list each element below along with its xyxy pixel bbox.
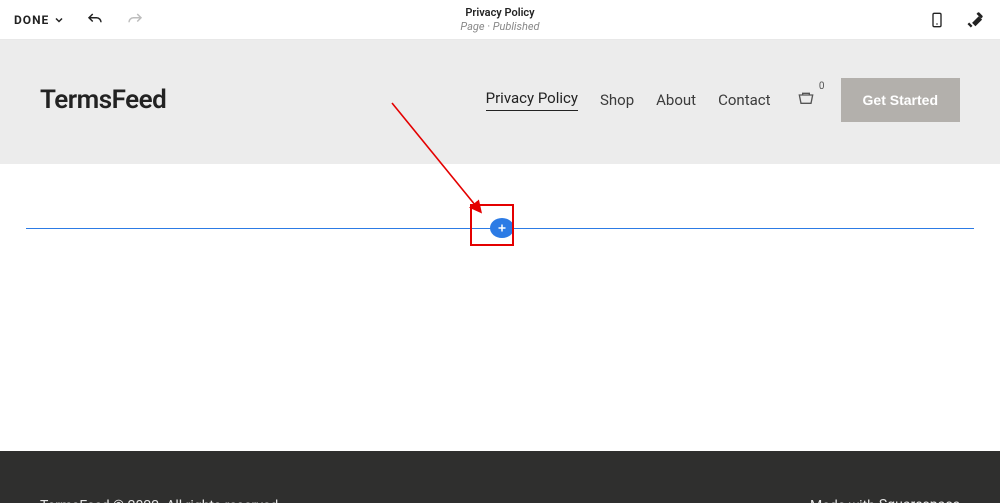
footer-made-with: Made with (810, 498, 875, 503)
cart-icon (794, 90, 818, 110)
chevron-down-icon (53, 14, 65, 26)
page-canvas-inner: TermsFeed Privacy Policy Shop About Cont… (0, 40, 1000, 503)
nav-link-privacy[interactable]: Privacy Policy (486, 89, 578, 111)
device-preview-button[interactable] (926, 9, 948, 31)
get-started-button[interactable]: Get Started (841, 78, 960, 122)
undo-icon (86, 11, 104, 29)
add-section-button[interactable] (490, 218, 514, 238)
redo-icon (126, 11, 144, 29)
editor-top-bar: DONE Privacy Policy Page · Published (0, 0, 1000, 40)
site-nav: Privacy Policy Shop About Contact 0 Get … (486, 78, 960, 122)
plus-icon (496, 222, 508, 234)
footer-credit: Made with Squarespace (810, 497, 960, 503)
site-header: TermsFeed Privacy Policy Shop About Cont… (0, 40, 1000, 164)
styles-button[interactable] (964, 9, 986, 31)
nav-link-contact[interactable]: Contact (718, 91, 770, 109)
cart-count: 0 (819, 81, 825, 92)
page-canvas[interactable]: TermsFeed Privacy Policy Shop About Cont… (0, 40, 1000, 503)
editor-bar-left: DONE (14, 10, 145, 30)
undo-button[interactable] (85, 10, 105, 30)
cart-button[interactable]: 0 (793, 89, 819, 111)
redo-button[interactable] (125, 10, 145, 30)
site-logo[interactable]: TermsFeed (40, 85, 166, 115)
page-status: Page · Published (460, 20, 539, 33)
footer-copyright: TermsFeed © 2022. All rights reserved. (40, 498, 282, 503)
nav-link-shop[interactable]: Shop (600, 91, 634, 109)
footer-platform-link[interactable]: Squarespace (879, 497, 960, 503)
editor-bar-right (926, 9, 986, 31)
editor-bar-center: Privacy Policy Page · Published (0, 0, 1000, 39)
nav-link-about[interactable]: About (656, 91, 696, 109)
page-title: Privacy Policy (465, 6, 534, 19)
phone-icon (929, 10, 945, 30)
paintbrush-icon (965, 10, 985, 30)
done-button[interactable]: DONE (14, 13, 65, 27)
done-label: DONE (14, 13, 49, 27)
page-body (0, 164, 1000, 296)
site-footer: TermsFeed © 2022. All rights reserved. M… (0, 451, 1000, 503)
